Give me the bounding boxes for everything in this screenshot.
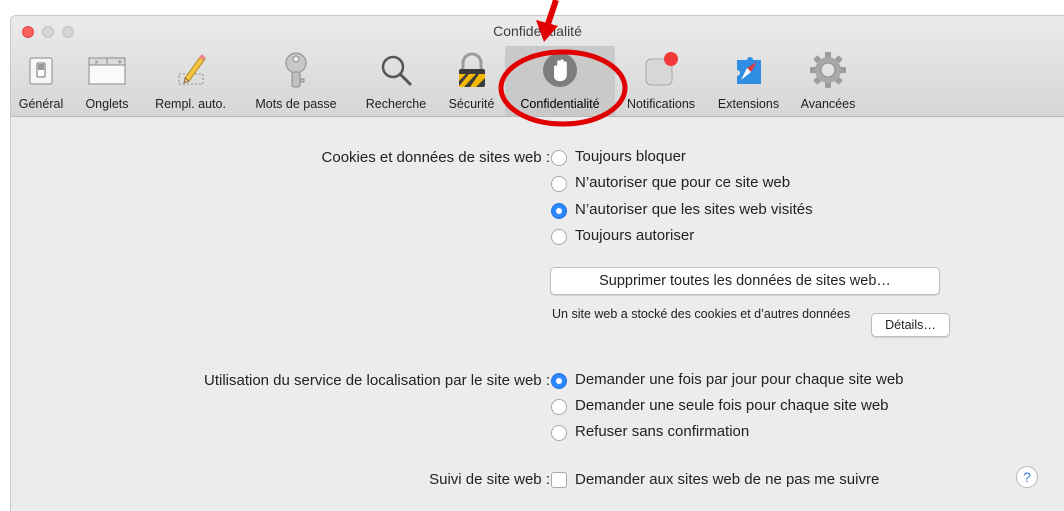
radio-allow-current-site[interactable] <box>551 176 567 192</box>
tab-label: Onglets <box>85 97 129 111</box>
remove-all-website-data-button[interactable]: Supprimer toutes les données de sites we… <box>550 267 940 295</box>
tab-label: Mots de passe <box>255 97 337 111</box>
tab-security[interactable]: Sécurité <box>438 46 505 116</box>
radio-always-allow[interactable] <box>551 229 567 245</box>
tab-label: Rempl. auto. <box>155 97 226 111</box>
radio-deny-without-prompt[interactable] <box>551 425 567 441</box>
tab-label: Avancées <box>800 97 856 111</box>
preferences-window: Confidentialité Général × + Onglets Remp… <box>10 15 1064 511</box>
tab-label: Extensions <box>717 97 780 111</box>
tab-label: Général <box>18 97 64 111</box>
radio-label: Demander une fois par jour pour chaque s… <box>575 371 904 388</box>
hand-icon <box>540 50 580 90</box>
extensions-icon <box>729 50 769 90</box>
radio-label: N’autoriser que pour ce site web <box>575 174 791 191</box>
search-icon <box>376 50 416 90</box>
radio-label: Toujours bloquer <box>575 148 686 165</box>
tab-passwords[interactable]: Mots de passe <box>238 46 354 116</box>
tab-label: Recherche <box>365 97 427 111</box>
tab-label: Confidentialité <box>520 97 600 111</box>
tab-autofill[interactable]: Rempl. auto. <box>143 46 238 116</box>
tab-extensions[interactable]: Extensions <box>707 46 790 116</box>
radio-label: Demander une seule fois pour chaque site… <box>575 397 889 414</box>
key-icon <box>276 50 316 90</box>
toolbar: Confidentialité Général × + Onglets Remp… <box>11 16 1064 117</box>
radio-always-block[interactable] <box>551 150 567 166</box>
gear-icon <box>808 50 848 90</box>
help-button[interactable]: ? <box>1016 466 1038 488</box>
checkbox-label: Demander aux sites web de ne pas me suiv… <box>575 471 880 488</box>
lock-icon <box>452 50 492 90</box>
website-tracking-label: Suivi de site web : <box>429 471 550 488</box>
do-not-track-checkbox[interactable] <box>551 472 567 488</box>
tab-privacy[interactable]: Confidentialité <box>505 46 615 116</box>
tab-advanced[interactable]: Avancées <box>790 46 866 116</box>
general-icon <box>21 50 61 90</box>
tab-notifications[interactable]: Notifications <box>615 46 707 116</box>
tab-search[interactable]: Recherche <box>354 46 438 116</box>
details-button[interactable]: Détails… <box>871 313 950 337</box>
location-services-label: Utilisation du service de localisation p… <box>203 372 550 389</box>
notifications-icon <box>641 50 681 90</box>
svg-text:+: + <box>117 58 123 66</box>
radio-label: N’autoriser que les sites web visités <box>575 201 813 218</box>
radio-ask-once-only[interactable] <box>551 399 567 415</box>
radio-ask-once-per-day[interactable] <box>551 373 567 389</box>
radio-allow-visited-sites[interactable] <box>551 203 567 219</box>
tab-general[interactable]: Général <box>11 46 71 116</box>
stored-data-info: Un site web a stocké des cookies et d’au… <box>552 307 851 321</box>
tab-onglets[interactable]: × + Onglets <box>71 46 143 116</box>
radio-label: Toujours autoriser <box>575 227 695 244</box>
pencil-icon <box>171 50 211 90</box>
tabs-icon: × + <box>87 50 127 90</box>
tab-label: Sécurité <box>448 97 495 111</box>
privacy-pane: Cookies et données de sites web : Toujou… <box>11 117 1064 511</box>
tab-label: Notifications <box>626 97 696 111</box>
radio-label: Refuser sans confirmation <box>575 423 750 440</box>
svg-text:×: × <box>94 59 99 66</box>
cookies-label: Cookies et données de sites web : <box>321 149 550 166</box>
window-title: Confidentialité <box>493 23 582 39</box>
